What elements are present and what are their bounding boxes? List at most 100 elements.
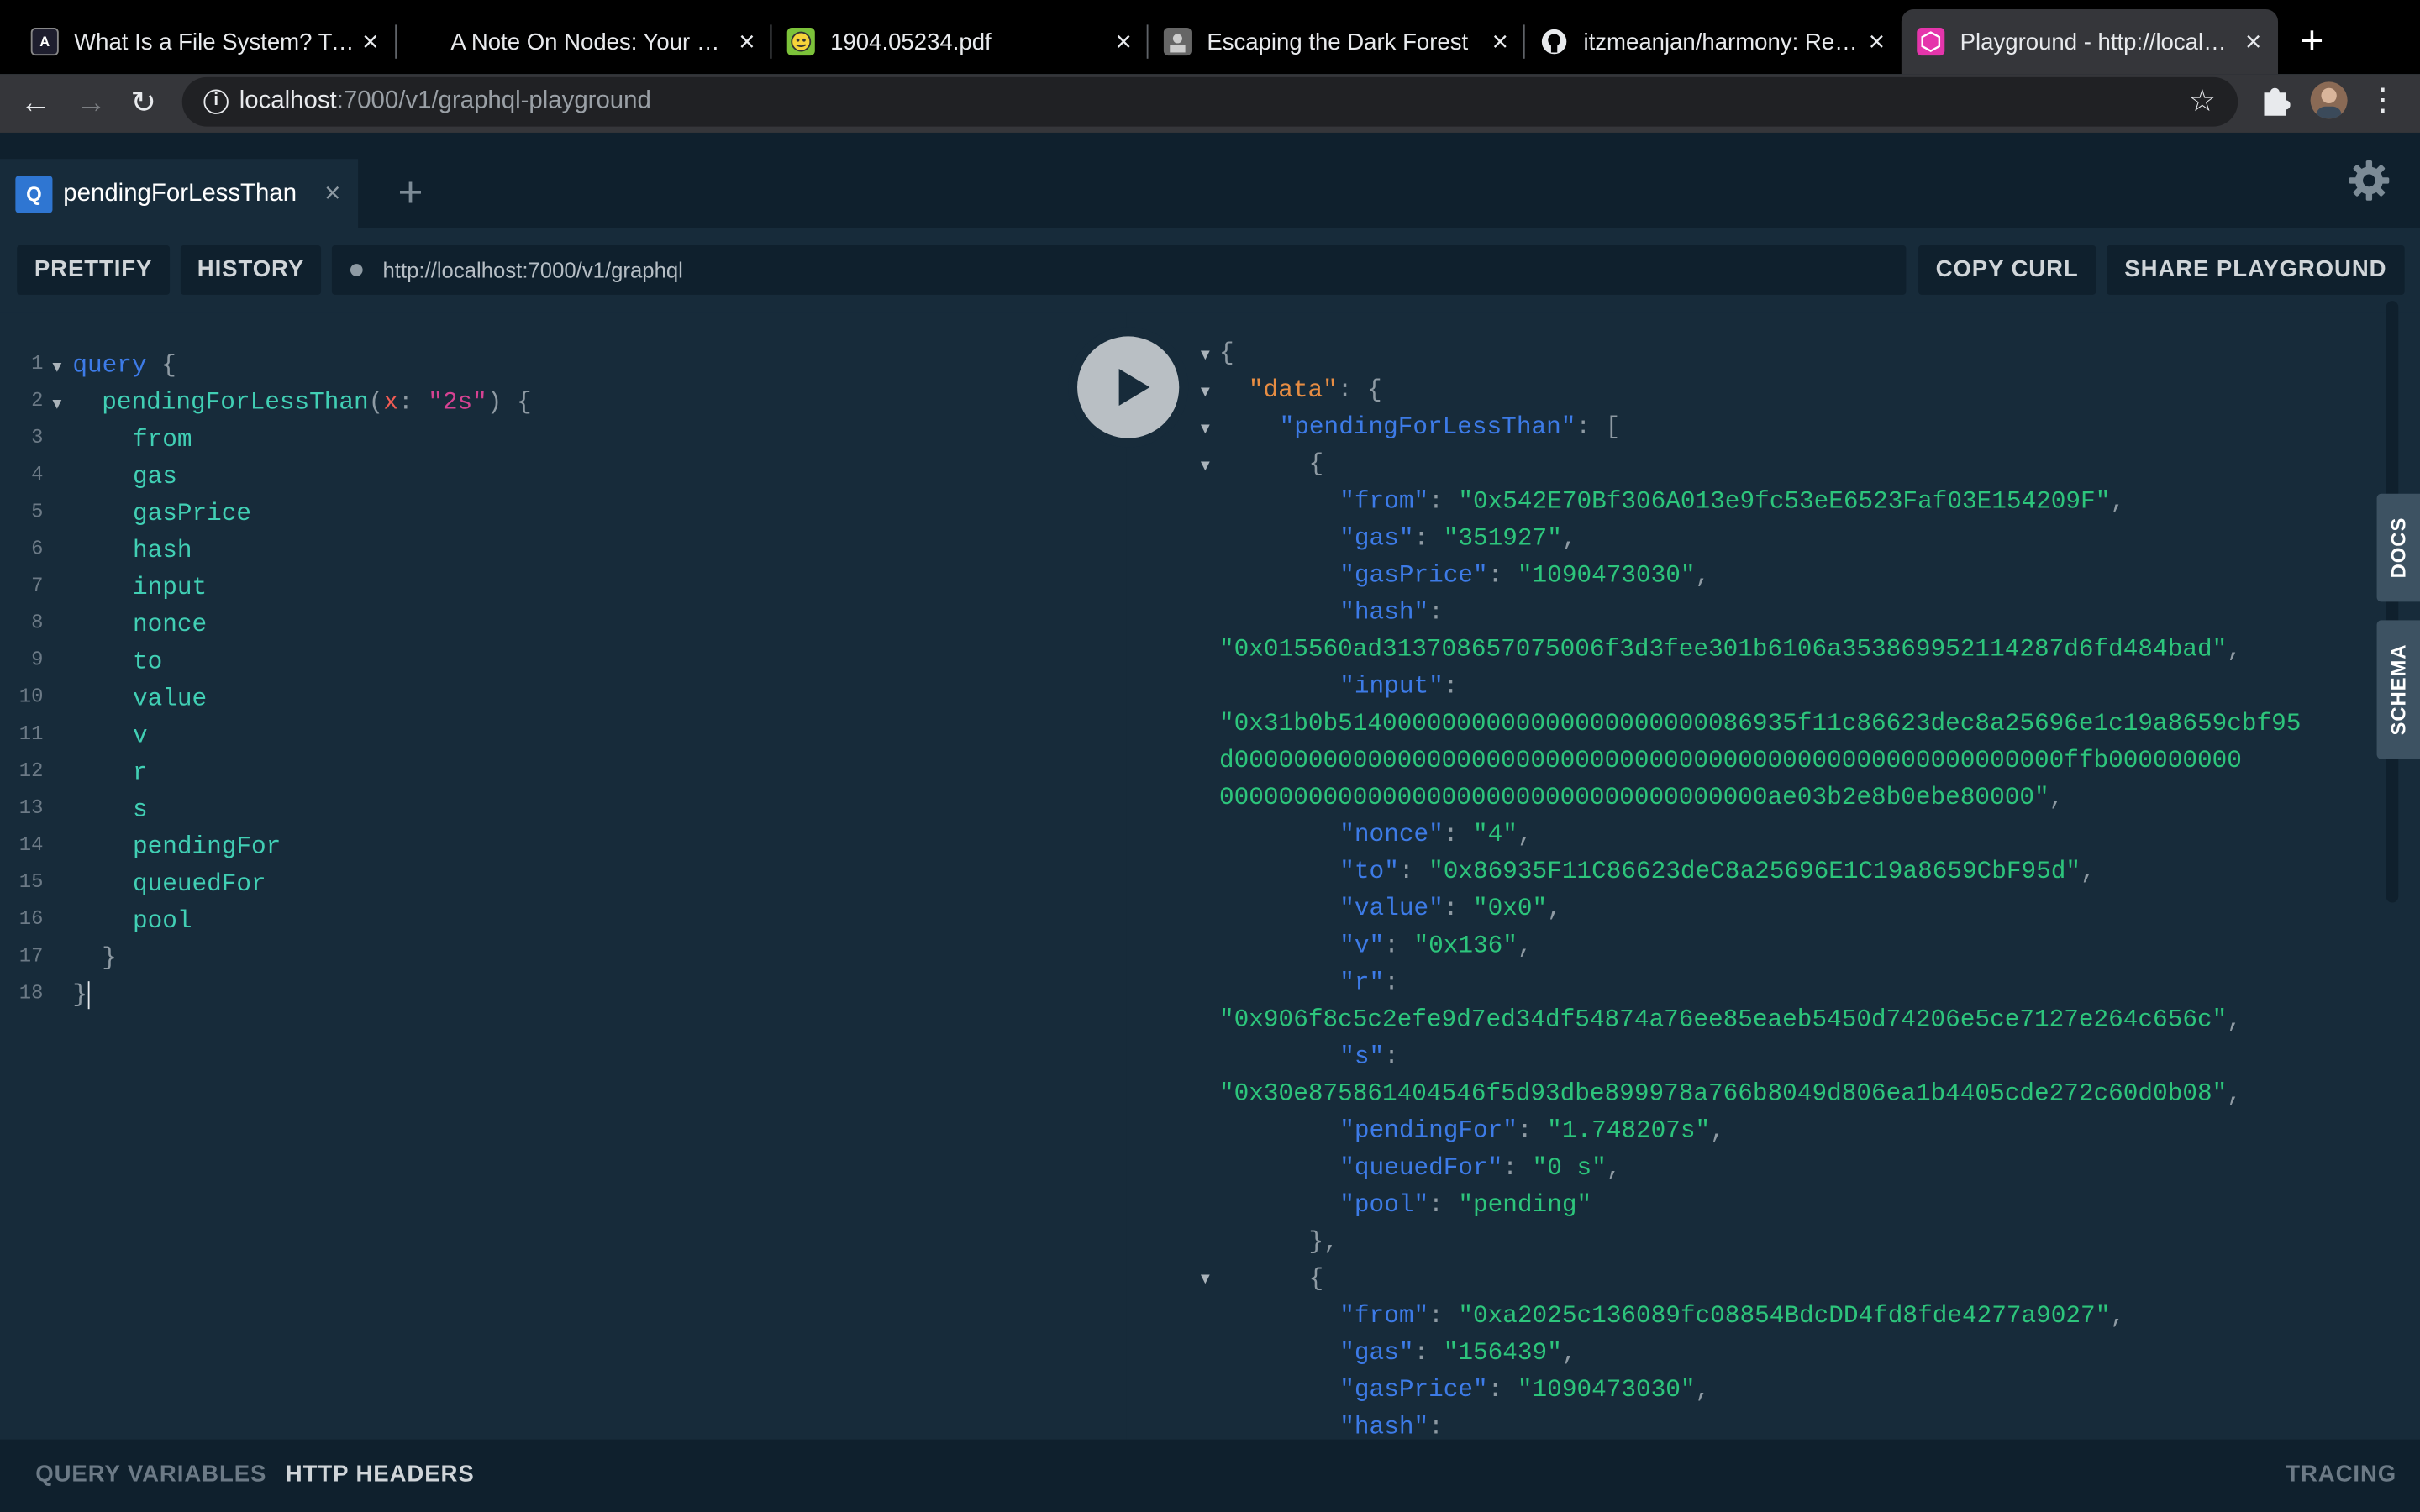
query-field: pool	[132, 907, 192, 936]
browser-tab-nodes[interactable]: A Note On Nodes: Your Gate ×	[411, 9, 772, 74]
code-brace: }	[72, 981, 87, 1010]
json-value: "0x86935F11C86623deC8a25696E1C19a8659CbF…	[1428, 858, 2081, 886]
json-value: "0xa2025c136089fc08854BdcDD4fd8fde4277a9…	[1458, 1302, 2111, 1331]
browser-tab-file-system[interactable]: A What Is a File System? Types ×	[0, 9, 395, 74]
fold-arrow-icon[interactable]: ▼	[1197, 421, 1213, 438]
json-line: "gas": "351927",	[1339, 524, 1577, 553]
docs-label: DOCS	[2386, 517, 2411, 579]
endpoint-input[interactable]: http://localhost:7000/v1/graphql	[331, 245, 1907, 295]
browser-tab-github[interactable]: itzmeanjan/harmony: Reduc ×	[1525, 9, 1902, 74]
query-field: r	[132, 759, 148, 787]
tab-close-icon[interactable]: ×	[1861, 25, 1892, 58]
json-value: "pending"	[1458, 1190, 1592, 1220]
tab-title: What Is a File System? Types	[74, 28, 355, 55]
browser-tab-dark-forest[interactable]: Escaping the Dark Forest ×	[1149, 9, 1525, 74]
line-number: 6	[31, 537, 44, 560]
tracing-tab[interactable]: TRACING	[2286, 1461, 2396, 1487]
json-key: "gasPrice"	[1339, 561, 1488, 590]
history-button[interactable]: HISTORY	[180, 245, 322, 295]
browser-tab-playground[interactable]: Playground - http://localhost ×	[1901, 9, 2279, 75]
tab-close-icon[interactable]: ×	[1108, 25, 1139, 58]
play-icon[interactable]	[1077, 336, 1180, 438]
fold-arrow-icon[interactable]: ▼	[50, 396, 65, 413]
address-text[interactable]: localhost:7000/v1/graphql-playground	[239, 87, 651, 118]
json-line: "0x015560ad313708657075006f3d3fee301b610…	[1219, 635, 2242, 664]
status-dot	[350, 264, 363, 276]
share-playground-button[interactable]: SHARE PLAYGROUND	[2107, 245, 2405, 295]
json-brace: {	[1308, 450, 1324, 479]
json-brace: {	[1308, 1265, 1324, 1294]
close-tab-icon[interactable]: ×	[324, 177, 340, 210]
json-line: "pool": "pending"	[1339, 1190, 1592, 1220]
json-value: "0x015560ad313708657075006f3d3fee301b610…	[1219, 635, 2228, 664]
json-line: "queuedFor": "0 s",	[1339, 1153, 1622, 1182]
query-field-name: pendingForLessThan	[102, 388, 369, 417]
json-key: "nonce"	[1339, 821, 1444, 849]
line-number: 17	[18, 944, 44, 968]
fold-arrow-icon[interactable]: ▼	[50, 360, 65, 376]
docs-side-tab[interactable]: DOCS	[2376, 493, 2420, 602]
json-key: "pool"	[1339, 1190, 1429, 1220]
line-number: 8	[31, 611, 44, 634]
json-line: "s":	[1339, 1042, 1399, 1071]
tab-close-icon[interactable]: ×	[1485, 25, 1516, 58]
tab-close-icon[interactable]: ×	[355, 25, 386, 58]
query-field: from	[132, 425, 192, 454]
json-key: "gas"	[1339, 524, 1414, 553]
json-line: "r":	[1339, 969, 1399, 997]
run-query-button[interactable]	[1068, 327, 1189, 448]
bookmark-star-icon[interactable]: ☆	[2188, 81, 2216, 120]
tab-close-icon[interactable]: ×	[2238, 25, 2269, 58]
forward-arrow-icon[interactable]: →	[68, 81, 114, 127]
fold-arrow-icon[interactable]: ▼	[1197, 384, 1213, 401]
address-host: localhost	[239, 87, 337, 114]
json-value: "0x30e875861404546f5d93dbe899978a766b804…	[1219, 1079, 2228, 1108]
tab-close-icon[interactable]: ×	[732, 25, 763, 58]
json-line: "gas": "156439",	[1339, 1339, 1577, 1368]
json-key: "r"	[1339, 969, 1385, 997]
json-line: "from": "0x542E70Bf306A013e9fc53eE6523Fa…	[1339, 487, 2125, 516]
code-line-1: query {	[72, 351, 176, 380]
line-number: 3	[31, 425, 44, 449]
github-icon	[1540, 28, 1568, 55]
http-headers-tab[interactable]: HTTP HEADERS	[286, 1461, 475, 1487]
line-number: 1	[31, 351, 44, 375]
json-value: "0x136"	[1413, 932, 1518, 960]
fold-arrow-icon[interactable]: ▼	[1197, 1271, 1213, 1288]
schema-label: SCHEMA	[2386, 643, 2411, 736]
schema-side-tab[interactable]: SCHEMA	[2376, 620, 2420, 759]
fold-arrow-icon[interactable]: ▼	[1197, 347, 1213, 364]
json-line: "gasPrice": "1090473030",	[1339, 1376, 1711, 1404]
query-arg-name: x	[383, 388, 398, 417]
query-variables-tab[interactable]: QUERY VARIABLES	[35, 1461, 266, 1487]
copy-curl-button[interactable]: COPY CURL	[1918, 245, 2096, 295]
browser-tab-pdf[interactable]: 1904.05234.pdf ×	[771, 9, 1148, 74]
settings-gear-icon[interactable]	[2346, 157, 2392, 203]
reload-icon[interactable]: ↻	[120, 81, 166, 127]
add-tab-plus-icon[interactable]: +	[392, 169, 429, 216]
playground-tab-query[interactable]: Q pendingForLessThan ×	[0, 159, 359, 228]
menu-kebab-icon[interactable]: ⋮	[2368, 81, 2399, 118]
json-value: "0x31b0b5140000000000000000000000086935f…	[1219, 709, 2302, 738]
line-number: 15	[18, 869, 44, 894]
json-line: "hash":	[1339, 1413, 1444, 1441]
profile-avatar[interactable]	[2310, 81, 2348, 119]
prettify-button[interactable]: PRETTIFY	[17, 245, 171, 295]
back-arrow-icon[interactable]: ←	[13, 81, 59, 127]
line-number: 2	[31, 388, 44, 412]
extensions-puzzle-icon[interactable]	[2260, 83, 2291, 117]
json-value: "1.748207s"	[1547, 1116, 1711, 1145]
json-key: "data"	[1248, 376, 1338, 405]
query-keyword: query	[72, 351, 147, 380]
fold-arrow-icon[interactable]: ▼	[1197, 459, 1213, 475]
json-line: "hash":	[1339, 598, 1444, 627]
query-field: v	[132, 722, 148, 750]
new-tab-plus-icon[interactable]: +	[2291, 15, 2333, 65]
json-value: "0 s"	[1532, 1153, 1607, 1182]
info-icon[interactable]: i	[203, 89, 229, 114]
line-number: 5	[31, 500, 44, 523]
json-brace: },	[1308, 1228, 1339, 1257]
query-field: input	[132, 574, 208, 602]
json-line-list: "pendingForLessThan": [	[1279, 413, 1621, 442]
json-key: "pendingForLessThan"	[1279, 413, 1576, 442]
